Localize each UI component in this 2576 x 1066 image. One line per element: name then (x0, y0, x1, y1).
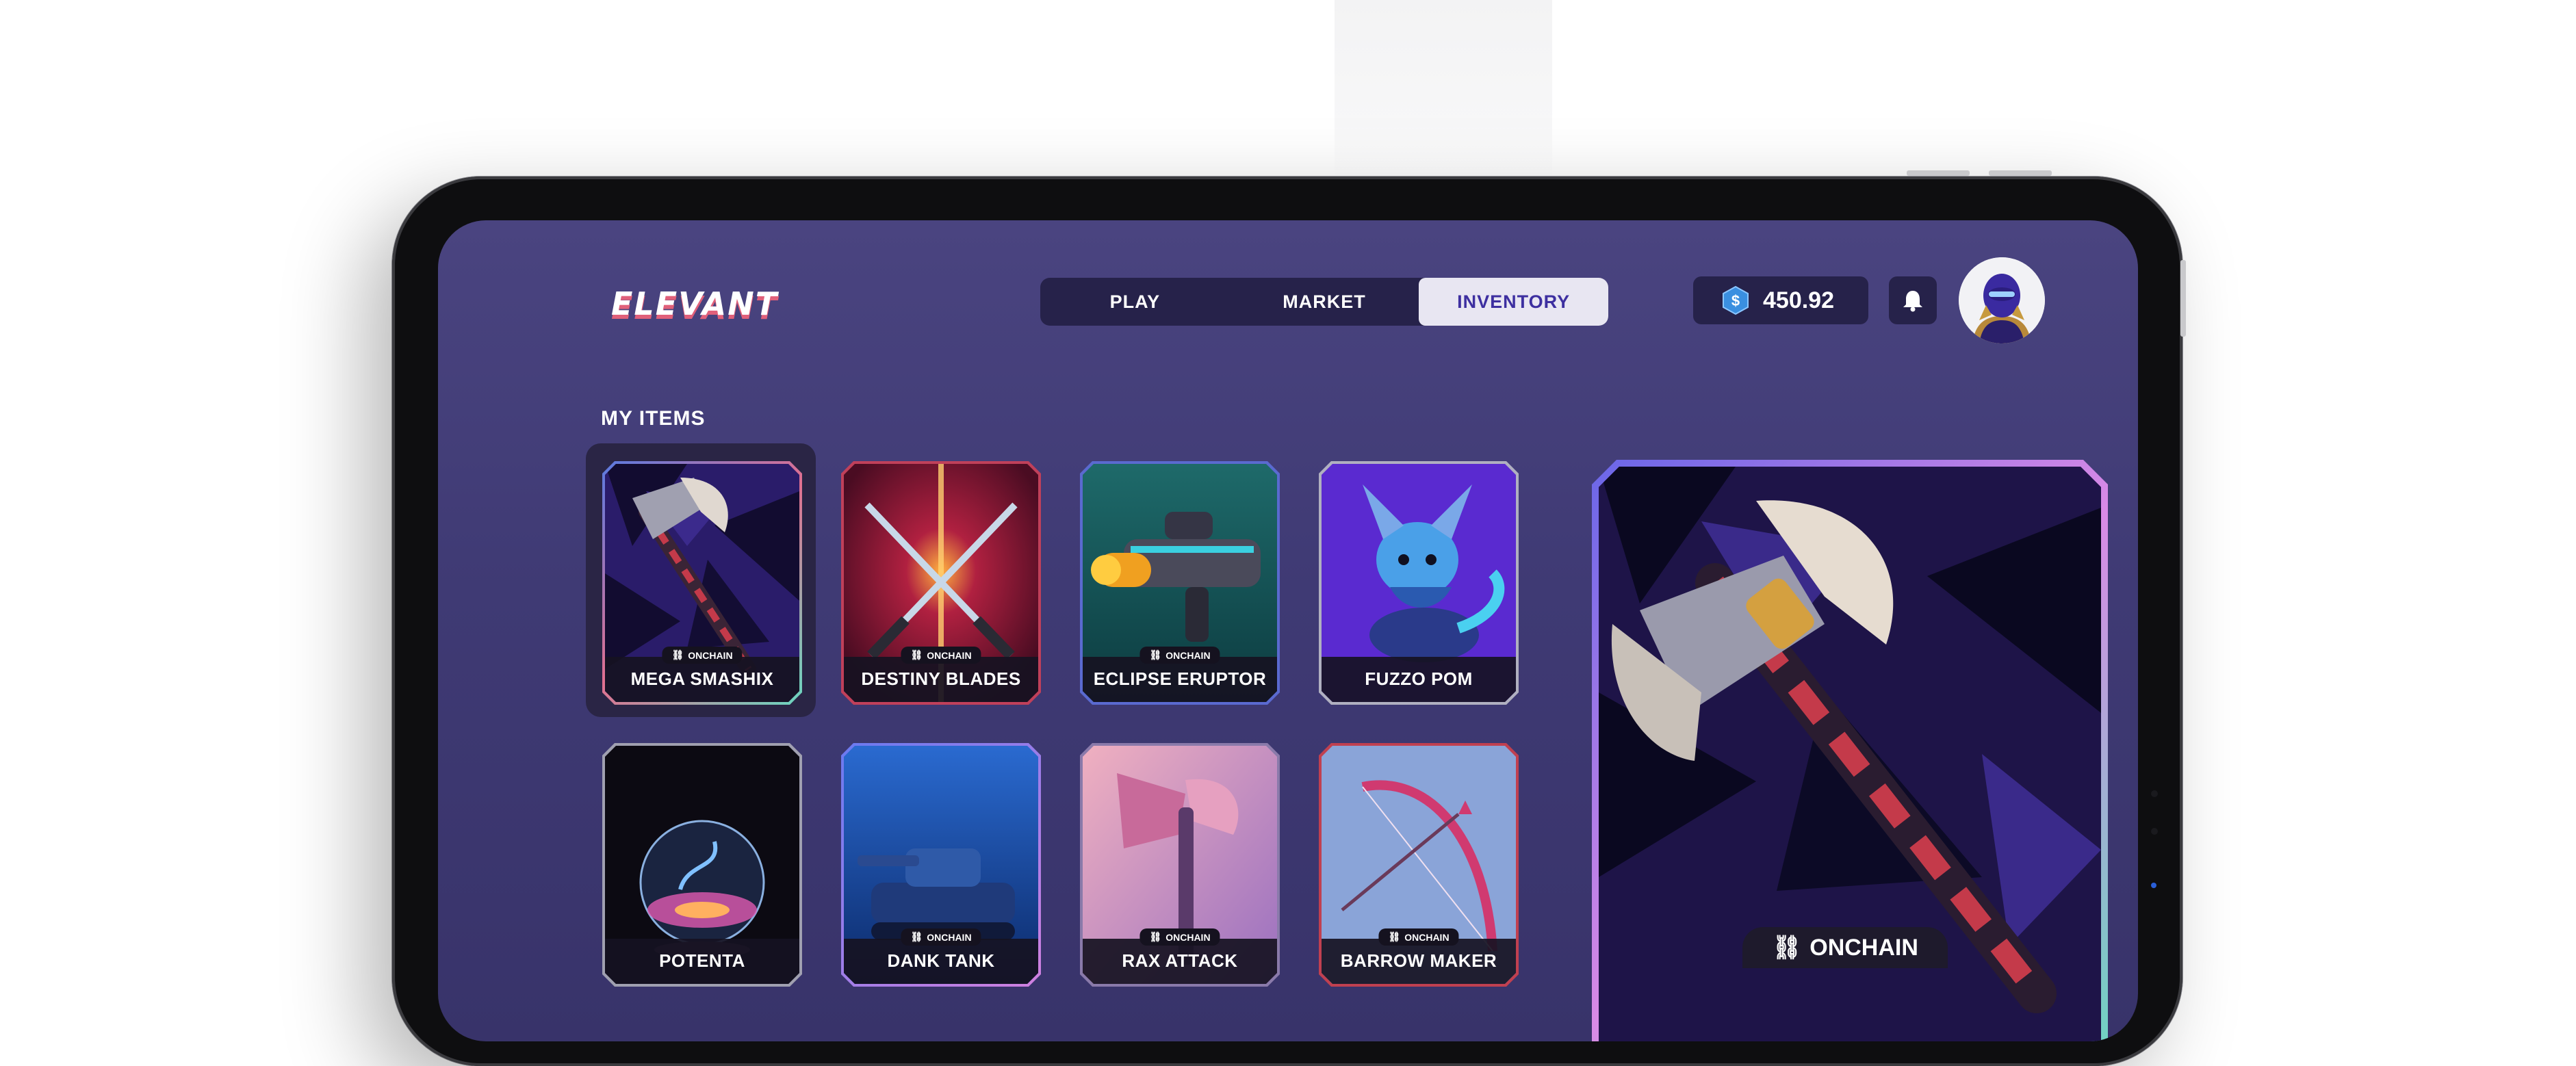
tab-inventory[interactable]: INVENTORY (1419, 278, 1608, 326)
app-logo[interactable]: ELEVANT (611, 285, 778, 322)
tablet-side-button (2180, 260, 2186, 337)
link-icon: ⛓ (1149, 931, 1162, 942)
link-icon: ⛓ (671, 649, 684, 660)
onchain-label: ONCHAIN (1165, 931, 1211, 943)
item-card[interactable]: ⛓ ONCHAIN ECLIPSE ERUPTOR (1080, 461, 1280, 705)
item-card-body: ⛓ ONCHAIN MEGA SMASHIX (605, 464, 799, 702)
onchain-badge: ⛓ ONCHAIN (1139, 928, 1220, 946)
item-detail-card: ⛓ ONCHAIN (1592, 460, 2108, 1041)
item-card[interactable]: FUZZO POM (1319, 461, 1519, 705)
bell-icon (1903, 291, 1922, 312)
item-card[interactable]: ⛓ ONCHAIN MEGA SMASHIX (602, 461, 802, 705)
item-card[interactable]: ⛓ ONCHAIN BARROW MAKER (1319, 743, 1519, 987)
link-icon: ⛓ (1149, 649, 1162, 660)
user-avatar[interactable] (1959, 257, 2045, 343)
item-name: DANK TANK (887, 950, 995, 971)
item-name: ECLIPSE ERUPTOR (1093, 668, 1267, 689)
onchain-badge: ⛓ ONCHAIN (901, 928, 981, 946)
item-card[interactable]: POTENTA (602, 743, 802, 987)
item-card-body: ⛓ ONCHAIN DESTINY BLADES (844, 464, 1038, 702)
coin-icon: $ (1723, 285, 1749, 315)
link-icon: ⛓ (910, 931, 923, 942)
app-screen: ELEVANT PLAY MARKET INVENTORY $ 450.92 M (438, 220, 2138, 1041)
item-card-body: FUZZO POM (1322, 464, 1516, 702)
onchain-label: ONCHAIN (1165, 649, 1211, 661)
item-detail-body: ⛓ ONCHAIN (1599, 467, 2101, 1041)
onchain-badge: ⛓ ONCHAIN (662, 647, 742, 664)
tablet-top-button (1907, 170, 1970, 176)
onchain-badge: ⛓ ONCHAIN (1139, 647, 1220, 664)
item-name: RAX ATTACK (1122, 950, 1238, 971)
avatar-image (1959, 257, 2045, 343)
item-name: POTENTA (659, 950, 745, 971)
item-card-body: ⛓ ONCHAIN BARROW MAKER (1322, 746, 1516, 984)
item-card-body: ⛓ ONCHAIN DANK TANK (844, 746, 1038, 984)
onchain-badge-large: ⛓ ONCHAIN (1742, 927, 1948, 968)
background-glow (1335, 0, 1552, 178)
main-nav: PLAY MARKET INVENTORY (1040, 278, 1608, 326)
link-icon: ⛓ (910, 649, 923, 660)
svg-text:$: $ (1731, 292, 1740, 309)
item-card-body: ⛓ ONCHAIN RAX ATTACK (1083, 746, 1277, 984)
wallet-balance[interactable]: $ 450.92 (1693, 276, 1868, 324)
tab-play[interactable]: PLAY (1040, 278, 1230, 326)
onchain-label: ONCHAIN (1404, 931, 1450, 943)
onchain-label: ONCHAIN (927, 649, 972, 661)
item-name: DESTINY BLADES (861, 668, 1021, 689)
item-card[interactable]: ⛓ ONCHAIN DESTINY BLADES (841, 461, 1041, 705)
link-icon: ⛓ (1388, 931, 1401, 942)
item-card-body: POTENTA (605, 746, 799, 984)
onchain-label: ONCHAIN (1809, 934, 1918, 961)
item-card-body: ⛓ ONCHAIN ECLIPSE ERUPTOR (1083, 464, 1277, 702)
item-name: BARROW MAKER (1340, 950, 1497, 971)
onchain-badge: ⛓ ONCHAIN (901, 647, 981, 664)
item-card[interactable]: ⛓ ONCHAIN DANK TANK (841, 743, 1041, 987)
sensor-dot (2151, 828, 2158, 835)
pencil-connector (2151, 883, 2156, 888)
tab-market[interactable]: MARKET (1230, 278, 1419, 326)
notifications-button[interactable] (1889, 276, 1937, 324)
onchain-badge: ⛓ ONCHAIN (1378, 928, 1458, 946)
section-title: MY ITEMS (601, 407, 706, 430)
tablet-top-button-2 (1989, 170, 2052, 176)
item-name: FUZZO POM (1365, 668, 1473, 689)
item-name: MEGA SMASHIX (630, 668, 774, 689)
onchain-label: ONCHAIN (927, 931, 972, 943)
balance-amount: 450.92 (1763, 287, 1834, 313)
onchain-label: ONCHAIN (688, 649, 733, 661)
item-card[interactable]: ⛓ ONCHAIN RAX ATTACK (1080, 743, 1280, 987)
camera-dot (2151, 790, 2158, 797)
link-icon: ⛓ (1772, 935, 1802, 961)
